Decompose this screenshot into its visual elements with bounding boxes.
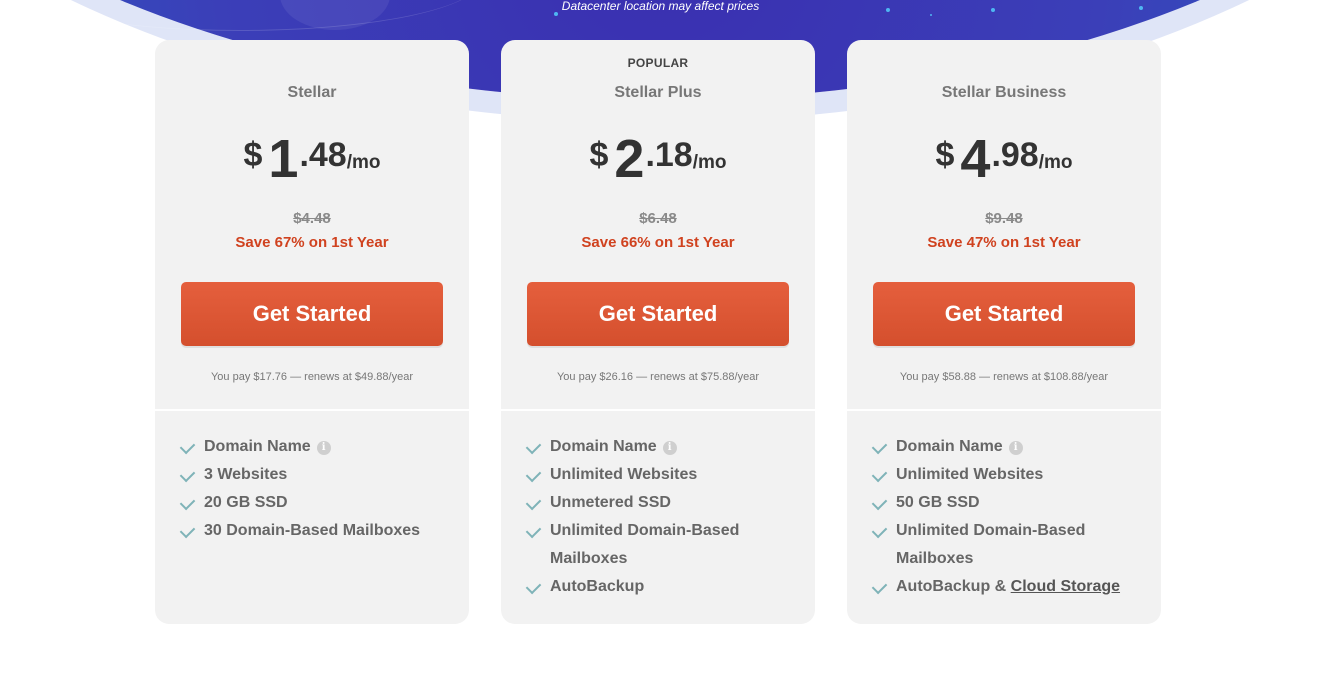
feature-text: AutoBackup: [550, 578, 645, 595]
check-icon: [525, 494, 542, 511]
save-text: Save 47% on 1st Year: [927, 234, 1081, 251]
plan-card-stellar: Stellar $ 1 .48 /mo $4.48 Save 67% on 1s…: [155, 40, 469, 624]
feature-text: AutoBackup &: [896, 578, 1011, 595]
feature-item: 30 Domain-Based Mailboxes: [179, 517, 454, 545]
get-started-button[interactable]: Get Started: [527, 282, 789, 346]
check-icon: [871, 494, 888, 511]
feature-item: Unlimited Domain-Based Mailboxes: [871, 517, 1146, 573]
star-dot: [930, 14, 932, 16]
plan-card-stellar-business: Stellar Business $ 4 .98 /mo $9.48 Save …: [847, 40, 1161, 624]
old-price: $9.48: [985, 210, 1023, 227]
check-icon: [525, 438, 542, 455]
feature-text: Unlimited Domain-Based Mailboxes: [896, 522, 1086, 567]
feature-text: 50 GB SSD: [896, 494, 980, 511]
feature-text: Unlimited Domain-Based Mailboxes: [550, 522, 740, 567]
feature-item: Domain Name i: [525, 433, 800, 461]
feature-item: 50 GB SSD: [871, 489, 1146, 517]
feature-list: Domain Name i 3 Websites 20 GB SSD 30 Dom…: [155, 411, 469, 545]
feature-item: AutoBackup & Cloud Storage: [871, 573, 1146, 601]
price-currency: $: [935, 136, 955, 174]
check-icon: [871, 466, 888, 483]
feature-text: Unlimited Websites: [896, 466, 1044, 483]
price-whole: 2: [614, 129, 645, 189]
feature-item: Domain Name i: [179, 433, 454, 461]
feature-list: Domain Name i Unlimited Websites 50 GB SS…: [847, 411, 1161, 601]
get-started-button[interactable]: Get Started: [873, 282, 1135, 346]
price-whole: 1: [268, 129, 299, 189]
plan-card-stellar-plus: POPULAR Stellar Plus $ 2 .18 /mo $6.48 S…: [501, 40, 815, 624]
price-period: /mo: [1038, 152, 1073, 173]
feature-text: Domain Name: [896, 438, 1003, 455]
renewal-text: You pay $17.76 — renews at $49.88/year: [210, 371, 413, 383]
info-icon[interactable]: i: [1008, 441, 1023, 455]
feature-list: Domain Name i Unlimited Websites Unmetere…: [501, 411, 815, 601]
feature-text: 30 Domain-Based Mailboxes: [204, 522, 421, 539]
check-icon: [179, 438, 196, 455]
check-icon: [871, 578, 888, 595]
info-icon[interactable]: i: [316, 441, 331, 455]
plan-badge: POPULAR: [627, 56, 689, 70]
old-price: $6.48: [639, 210, 677, 227]
feature-item: 20 GB SSD: [179, 489, 454, 517]
check-icon: [525, 466, 542, 483]
save-text: Save 66% on 1st Year: [581, 234, 735, 251]
plan-name: Stellar: [287, 84, 337, 101]
price-fraction: .98: [991, 136, 1039, 174]
save-text: Save 67% on 1st Year: [235, 234, 389, 251]
feature-text: Unmetered SSD: [550, 494, 671, 511]
renewal-text: You pay $58.88 — renews at $108.88/year: [899, 371, 1109, 383]
price-currency: $: [243, 136, 263, 174]
feature-item: Unmetered SSD: [525, 489, 800, 517]
plan-price: $ 2 .18 /mo: [501, 130, 815, 200]
get-started-button[interactable]: Get Started: [181, 282, 443, 346]
feature-text: Domain Name: [550, 438, 657, 455]
feature-item: Unlimited Websites: [871, 461, 1146, 489]
plan-name: Stellar Plus: [614, 84, 702, 101]
pricing-section: Datacenter location may affect prices St…: [0, 0, 1321, 677]
price-currency: $: [589, 136, 609, 174]
feature-item: 3 Websites: [179, 461, 454, 489]
feature-item: Unlimited Websites: [525, 461, 800, 489]
feature-text: Domain Name: [204, 438, 311, 455]
price-period: /mo: [346, 152, 381, 173]
price-fraction: .18: [645, 136, 693, 174]
price-fraction: .48: [299, 136, 347, 174]
feature-text: Unlimited Websites: [550, 466, 698, 483]
plan-price: $ 1 .48 /mo: [155, 130, 469, 200]
datacenter-note: Datacenter location may affect prices: [561, 0, 760, 13]
info-icon[interactable]: i: [662, 441, 677, 455]
price-period: /mo: [692, 152, 727, 173]
price-whole: 4: [960, 129, 991, 189]
check-icon: [179, 466, 196, 483]
check-icon: [179, 494, 196, 511]
old-price: $4.48: [293, 210, 331, 227]
feature-text: 20 GB SSD: [204, 494, 288, 511]
check-icon: [525, 522, 542, 539]
plan-price: $ 4 .98 /mo: [847, 130, 1161, 200]
feature-item: Domain Name i: [871, 433, 1146, 461]
renewal-text: You pay $26.16 — renews at $75.88/year: [556, 371, 759, 383]
plan-name: Stellar Business: [941, 84, 1067, 101]
check-icon: [871, 522, 888, 539]
cloud-storage-link[interactable]: Cloud Storage: [1011, 578, 1120, 595]
check-icon: [179, 522, 196, 539]
check-icon: [871, 438, 888, 455]
check-icon: [525, 578, 542, 595]
feature-text: 3 Websites: [204, 466, 288, 483]
feature-item: Unlimited Domain-Based Mailboxes: [525, 517, 800, 573]
feature-item: AutoBackup: [525, 573, 800, 601]
